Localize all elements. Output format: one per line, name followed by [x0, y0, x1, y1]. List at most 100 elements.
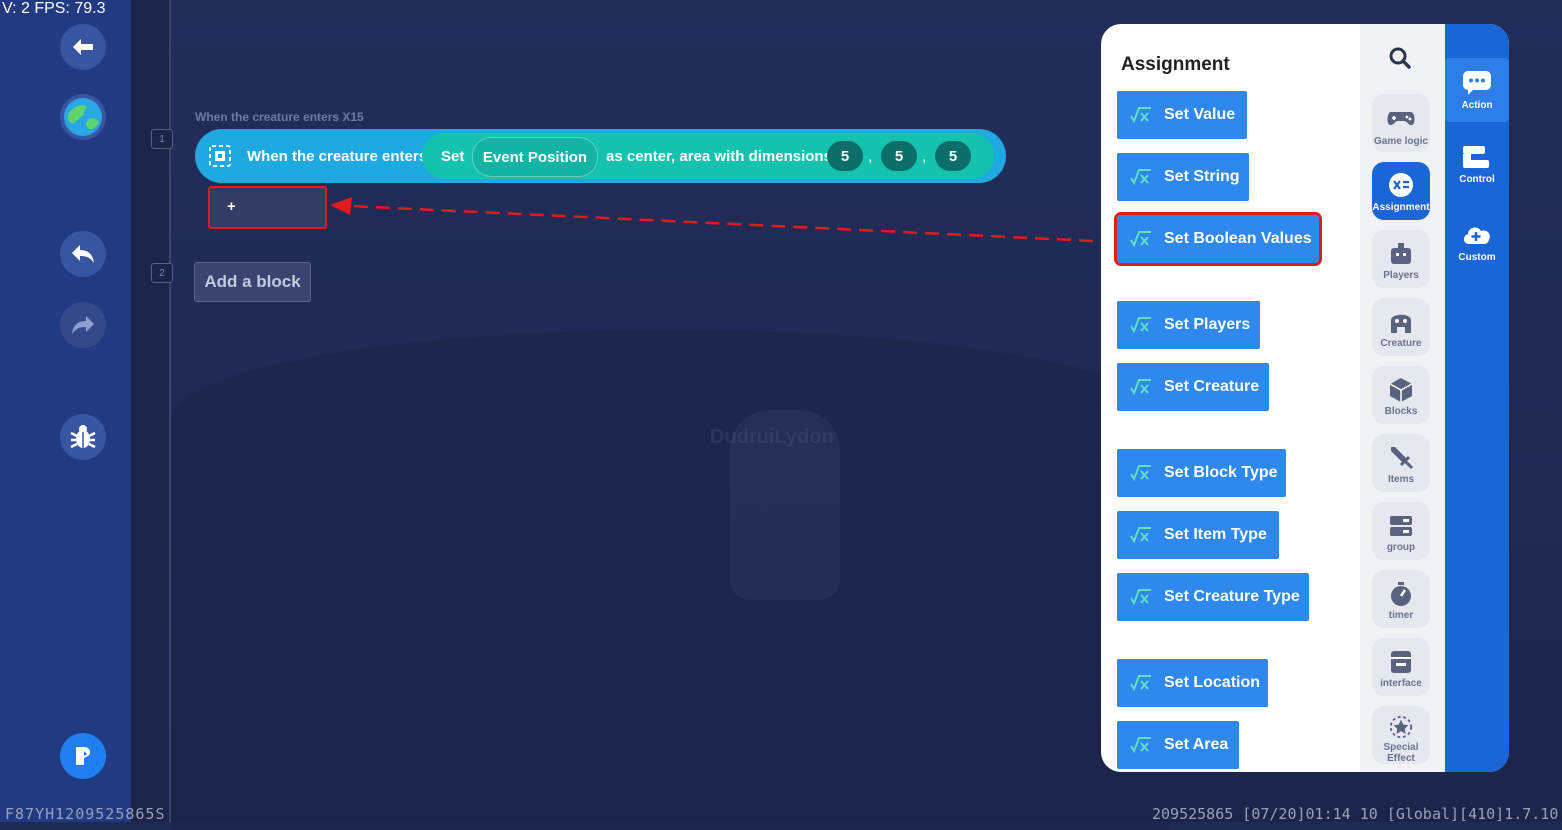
- assign-fx-icon: [1130, 589, 1152, 605]
- set-label: Set: [441, 148, 465, 165]
- dimension-separator: ,: [868, 148, 873, 165]
- category-label: Players: [1383, 270, 1419, 281]
- category-label: Assignment: [1372, 202, 1430, 213]
- gamepad-icon: [1387, 112, 1415, 126]
- tab-label: Custom: [1458, 252, 1496, 263]
- stopwatch-icon: [1391, 582, 1411, 606]
- category-label: Creature: [1380, 338, 1422, 349]
- set-area-button[interactable]: Set Area: [1117, 721, 1239, 769]
- event-caption: When the creature enters X15: [195, 110, 364, 124]
- set-boolean-values-label: Set Boolean Values: [1164, 230, 1312, 247]
- event-trigger-label: When the creature enters: [247, 148, 428, 165]
- line-gutter: [131, 0, 171, 822]
- group-icon: [1390, 516, 1412, 536]
- category-label: Special Effect: [1383, 742, 1419, 764]
- set-creature-type-button[interactable]: Set Creature Type: [1117, 573, 1309, 621]
- tab-action[interactable]: Action: [1445, 58, 1509, 122]
- category-label: Items: [1387, 474, 1415, 485]
- sword-icon: [1391, 447, 1414, 470]
- category-creature[interactable]: Creature: [1372, 298, 1430, 356]
- set-creature-button[interactable]: Set Creature: [1117, 363, 1269, 411]
- set-block-type-label: Set Block Type: [1164, 464, 1278, 481]
- player-icon: [1391, 243, 1411, 264]
- dimension-separator: ,: [922, 148, 927, 165]
- category-blocks[interactable]: Blocks: [1372, 366, 1430, 424]
- line-number: 1: [151, 129, 173, 149]
- line-number: 2: [151, 263, 173, 283]
- undo-icon: [72, 245, 94, 263]
- set-item-type-label: Set Item Type: [1164, 526, 1267, 543]
- star-icon: [1389, 715, 1413, 739]
- undo-button[interactable]: [60, 231, 106, 277]
- cube-icon: [1389, 378, 1413, 402]
- assign-fx-icon: [1130, 107, 1152, 123]
- debug-button[interactable]: [60, 414, 106, 460]
- tab-control[interactable]: Control: [1445, 144, 1509, 185]
- tab-custom[interactable]: Custom: [1445, 222, 1509, 263]
- set-item-type-button[interactable]: Set Item Type: [1117, 511, 1279, 559]
- plus-cloud-icon: [1463, 227, 1490, 244]
- set-area-label: Set Area: [1164, 736, 1229, 753]
- dimension-y-input[interactable]: 5: [881, 141, 917, 171]
- empty-block-slot[interactable]: +: [208, 186, 327, 229]
- creature-icon: [1391, 314, 1411, 333]
- drag-hint-arrow: [330, 197, 1116, 244]
- category-label: interface: [1380, 678, 1422, 689]
- event-position-label: Event Position: [482, 148, 588, 166]
- category-players[interactable]: Players: [1372, 230, 1430, 288]
- category-timer[interactable]: timer: [1372, 570, 1430, 628]
- dimension-z-input[interactable]: 5: [935, 141, 971, 171]
- category-label: Game logic: [1374, 136, 1428, 147]
- category-special-effect[interactable]: Special Effect: [1372, 706, 1430, 764]
- set-string-label: Set String: [1164, 168, 1240, 185]
- set-players-label: Set Players: [1164, 316, 1251, 333]
- category-label: group: [1386, 542, 1416, 553]
- assign-fx-icon: [1130, 231, 1152, 247]
- event-trigger-icon: [209, 145, 231, 172]
- world-button[interactable]: [60, 94, 106, 140]
- globe-icon: [64, 98, 102, 136]
- assignment-icon: [1389, 173, 1413, 197]
- category-game-logic[interactable]: Game logic: [1372, 94, 1430, 152]
- set-value-button[interactable]: Set Value: [1117, 91, 1247, 139]
- area-dimensions-text: as center, area with dimensions (: [606, 148, 842, 165]
- tab-label: Action: [1461, 99, 1493, 111]
- arrow-left-icon: [73, 39, 93, 55]
- run-button[interactable]: [60, 733, 106, 779]
- set-location-label: Set Location: [1164, 674, 1261, 691]
- panel-title: Assignment: [1121, 54, 1230, 75]
- scene-hill: [170, 330, 1170, 830]
- set-boolean-values-button[interactable]: Set Boolean Values: [1114, 212, 1322, 266]
- category-label: timer: [1388, 610, 1414, 621]
- set-string-button[interactable]: Set String: [1117, 153, 1249, 201]
- set-value-label: Set Value: [1164, 106, 1236, 123]
- assign-fx-icon: [1130, 465, 1152, 481]
- add-block-button[interactable]: Add a block: [194, 262, 311, 302]
- category-label: Blocks: [1384, 406, 1418, 417]
- bug-icon: [70, 425, 96, 449]
- plus-icon: +: [227, 198, 236, 215]
- set-block-type-button[interactable]: Set Block Type: [1117, 449, 1286, 497]
- back-button[interactable]: [60, 24, 106, 70]
- assign-fx-icon: [1130, 675, 1152, 691]
- interface-icon: [1391, 651, 1411, 673]
- search-icon[interactable]: [1388, 46, 1412, 75]
- block-palette-panel: Assignment Set Value Set String Set Bool…: [1101, 24, 1509, 772]
- set-location-button[interactable]: Set Location: [1117, 659, 1268, 707]
- category-interface[interactable]: interface: [1372, 638, 1430, 696]
- assign-fx-icon: [1130, 379, 1152, 395]
- assign-fx-icon: [1130, 169, 1152, 185]
- redo-icon: [72, 316, 94, 334]
- set-players-button[interactable]: Set Players: [1117, 301, 1260, 349]
- event-position-param[interactable]: Event Position: [472, 137, 598, 177]
- dimension-x-input[interactable]: 5: [827, 141, 863, 171]
- redo-button[interactable]: [60, 302, 106, 348]
- category-group[interactable]: group: [1372, 502, 1430, 560]
- control-icon: [1463, 146, 1489, 168]
- assign-fx-icon: [1130, 317, 1152, 333]
- set-creature-label: Set Creature: [1164, 378, 1260, 395]
- category-items[interactable]: Items: [1372, 434, 1430, 492]
- assign-fx-icon: [1130, 527, 1152, 543]
- category-assignment[interactable]: Assignment: [1372, 162, 1430, 220]
- build-info: 209525865 [07/20]01:14 10 [Global][410]1…: [1152, 805, 1559, 823]
